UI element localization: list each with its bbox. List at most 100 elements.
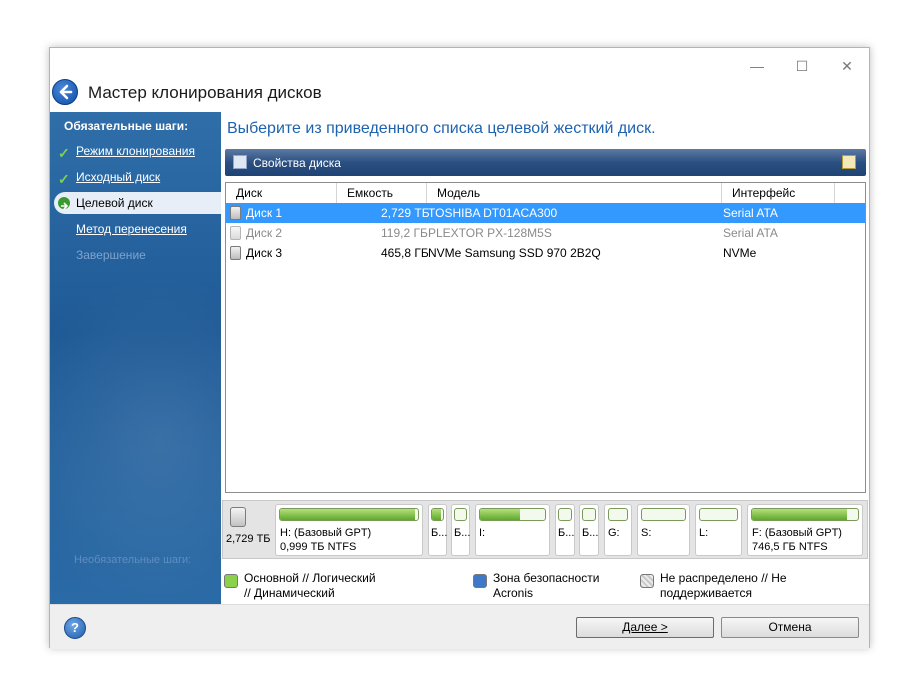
partition-name: F: (Базовый GPT)	[752, 527, 842, 539]
cell-disk: Диск 3	[246, 246, 283, 260]
partition-usage-bar	[479, 508, 546, 521]
partition-usage-bar	[279, 508, 419, 521]
partition-usage-bar	[751, 508, 859, 521]
legend-text: Зона безопасности Acronis	[493, 571, 600, 600]
partition-block[interactable]: F: (Базовый GPT) 746,5 ГБ NTFS	[747, 504, 863, 556]
cell-interface: Serial ATA	[723, 206, 778, 220]
window-title: Мастер клонирования дисков	[88, 83, 322, 102]
partition-name: S:	[641, 527, 652, 539]
table-row: Диск 2 119,2 ГБ PLEXTOR PX-128M5S Serial…	[226, 223, 865, 243]
legend-text: Не распределено // Не поддерживается	[660, 571, 787, 600]
sidebar-item-target-disk[interactable]: Целевой диск	[54, 192, 221, 214]
hard-disk-icon	[230, 507, 246, 527]
disk-map-size: 2,729 ТБ	[226, 533, 271, 545]
partition-block[interactable]: G:	[604, 504, 632, 556]
sidebar-item-label: Целевой диск	[76, 196, 153, 210]
cell-model: PLEXTOR PX-128M5S	[428, 226, 552, 240]
minimize-button[interactable]: —	[742, 56, 772, 76]
cell-capacity: 2,729 ТБ	[381, 206, 430, 220]
back-icon[interactable]	[52, 79, 78, 105]
column-model[interactable]: Модель	[427, 183, 722, 203]
legend-swatch-unallocated	[640, 574, 654, 588]
sidebar-optional-heading: Необязательные шаги:	[74, 554, 192, 566]
sidebar-item-clone-mode[interactable]: ✓ Режим клонирования	[50, 140, 221, 162]
partition-name: H: (Базовый GPT)	[280, 527, 372, 539]
column-interface[interactable]: Интерфейс	[722, 183, 835, 203]
disk-map: 2,729 ТБ H: (Базовый GPT) 0,999 ТБ NTFS Б…	[222, 500, 868, 559]
partition-block[interactable]: Б...	[428, 504, 447, 556]
check-icon: ✓	[58, 171, 70, 187]
wizard-sidebar: Обязательные шаги: ✓ Режим клонирования …	[50, 112, 221, 604]
partition-block[interactable]: Б...	[451, 504, 470, 556]
current-step-icon	[58, 197, 70, 210]
cell-disk: Диск 2	[246, 226, 283, 240]
table-header: Диск Емкость Модель Интерфейс	[226, 183, 865, 204]
partition-usage-bar	[608, 508, 628, 521]
sidebar-item-finish: Завершение	[50, 244, 221, 266]
partition-usage-fill	[752, 509, 848, 520]
sidebar-item-transfer-method[interactable]: Метод перенесения	[50, 218, 221, 240]
partition-block[interactable]: S:	[637, 504, 690, 556]
partition-usage-bar	[558, 508, 572, 521]
sidebar-item-label: Режим клонирования	[76, 144, 195, 158]
partition-block[interactable]: L:	[695, 504, 742, 556]
partition-name: Б...	[558, 527, 575, 539]
cancel-button[interactable]: Отмена	[721, 617, 859, 638]
wizard-footer: ? Далее > Отмена	[50, 604, 869, 649]
partition-block[interactable]: H: (Базовый GPT) 0,999 ТБ NTFS	[275, 504, 423, 556]
sidebar-item-label: Завершение	[76, 248, 146, 262]
close-button[interactable]: ✕	[832, 56, 862, 76]
partition-usage-bar	[641, 508, 686, 521]
column-capacity[interactable]: Емкость	[337, 183, 427, 203]
notes-icon[interactable]	[842, 155, 856, 169]
check-icon: ✓	[58, 145, 70, 161]
partition-info: 746,5 ГБ NTFS	[752, 541, 828, 553]
disk-table: Диск Емкость Модель Интерфейс Диск 1 2,7…	[225, 182, 866, 493]
partition-usage-bar	[454, 508, 467, 521]
hard-disk-icon	[230, 206, 241, 220]
partition-block[interactable]: Б...	[555, 504, 575, 556]
table-row[interactable]: Диск 3 465,8 ГБ NVMe Samsung SSD 970 2B2…	[226, 243, 865, 263]
partition-usage-bar	[699, 508, 738, 521]
sidebar-item-label: Исходный диск	[76, 170, 161, 184]
hard-disk-icon	[230, 246, 241, 260]
help-icon[interactable]: ?	[64, 617, 86, 639]
partition-label: F: (Базовый GPT) 746,5 ГБ NTFS	[752, 526, 842, 554]
cell-model: TOSHIBA DT01ACA300	[428, 206, 558, 220]
cell-capacity: 119,2 ГБ	[381, 226, 428, 240]
cell-interface: NVMe	[723, 246, 757, 260]
hard-disk-icon	[230, 226, 241, 240]
partition-block[interactable]: I:	[475, 504, 550, 556]
disk-properties-bar[interactable]: Свойства диска	[225, 149, 866, 176]
partition-name: G:	[608, 527, 620, 539]
next-button-label: Далее >	[622, 620, 668, 634]
partition-name: Б...	[454, 527, 471, 539]
cell-capacity: 465,8 ГБ	[381, 246, 429, 260]
partition-block[interactable]: Б...	[579, 504, 599, 556]
sidebar-item-source-disk[interactable]: ✓ Исходный диск	[50, 166, 221, 188]
partition-name: Б...	[582, 527, 599, 539]
sidebar-item-label: Метод перенесения	[76, 222, 187, 236]
sidebar-heading: Обязательные шаги:	[64, 119, 189, 133]
legend-swatch-primary	[224, 574, 238, 588]
cell-disk: Диск 1	[246, 206, 283, 220]
cell-interface: Serial ATA	[723, 226, 778, 240]
partition-name: L:	[699, 527, 709, 539]
legend-swatch-secure-zone	[473, 574, 487, 588]
partition-name: Б...	[431, 527, 448, 539]
partition-usage-bar	[431, 508, 444, 521]
partition-usage-bar	[582, 508, 596, 521]
legend-text: Основной // Логический // Динамический	[244, 571, 376, 600]
page-heading: Выберите из приведенного списка целевой …	[227, 120, 656, 137]
next-button[interactable]: Далее >	[576, 617, 714, 638]
table-row[interactable]: Диск 1 2,729 ТБ TOSHIBA DT01ACA300 Seria…	[226, 203, 865, 223]
disk-properties-label: Свойства диска	[253, 156, 341, 170]
partition-usage-fill	[280, 509, 416, 520]
cell-model: NVMe Samsung SSD 970 2B2Q	[428, 246, 601, 260]
partition-label: H: (Базовый GPT) 0,999 ТБ NTFS	[280, 526, 371, 554]
partition-usage-fill	[480, 509, 521, 520]
column-disk[interactable]: Диск	[226, 183, 337, 203]
disk-properties-icon	[233, 155, 247, 169]
maximize-button[interactable]: ☐	[787, 56, 817, 76]
clone-wizard-window: — ☐ ✕ Мастер клонирования дисков Обязате…	[49, 47, 870, 649]
